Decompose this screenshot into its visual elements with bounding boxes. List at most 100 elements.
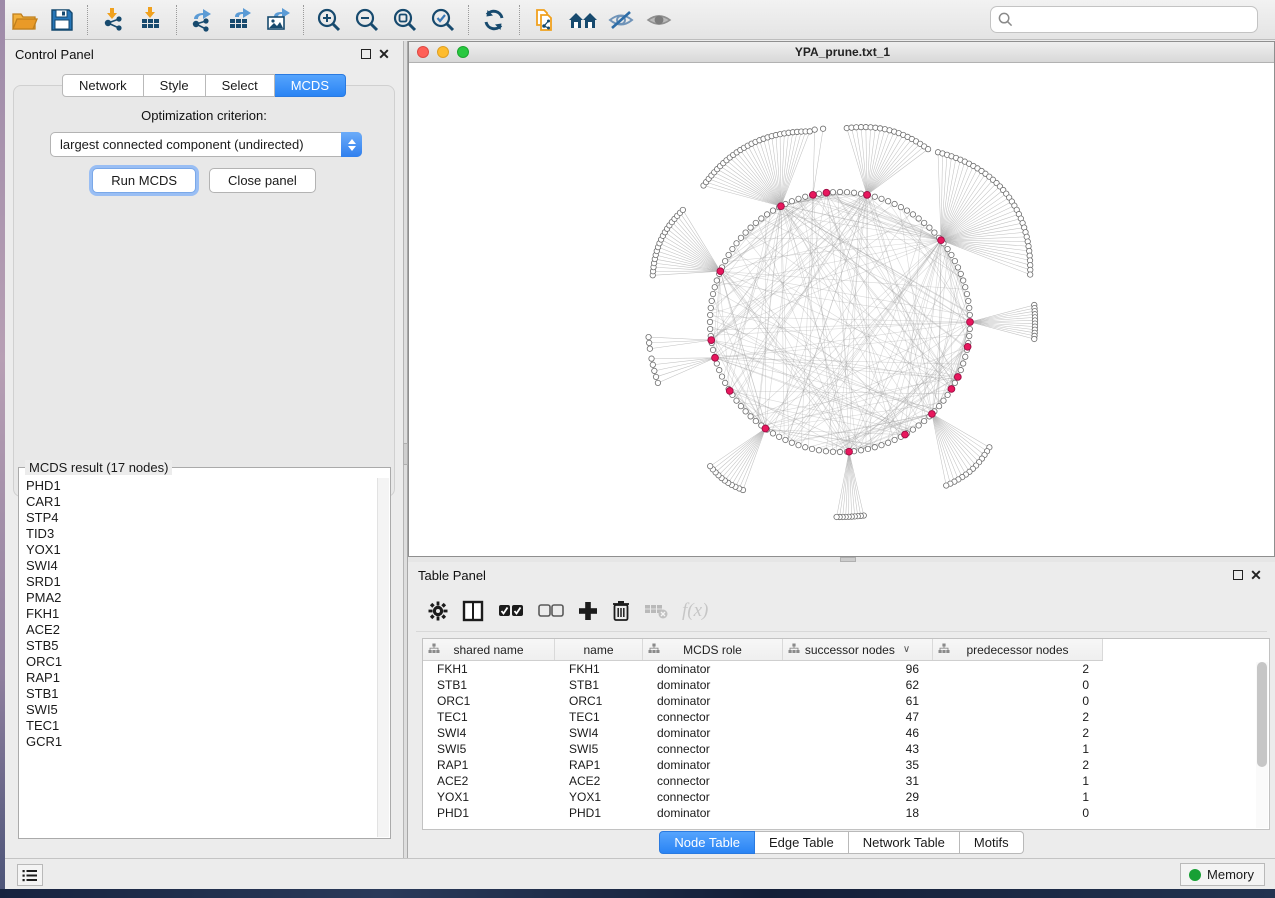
- network-node[interactable]: [865, 446, 870, 451]
- mcds-hub-node[interactable]: [846, 448, 853, 455]
- tab-mcds[interactable]: MCDS: [275, 74, 346, 97]
- network-node[interactable]: [885, 199, 890, 204]
- clone-network-icon[interactable]: [526, 4, 564, 36]
- network-node[interactable]: [837, 189, 842, 194]
- network-node[interactable]: [646, 340, 651, 345]
- export-image-icon[interactable]: [259, 4, 297, 36]
- import-table-icon[interactable]: [132, 4, 170, 36]
- network-node[interactable]: [910, 427, 915, 432]
- network-node[interactable]: [936, 403, 941, 408]
- network-node[interactable]: [820, 126, 825, 131]
- network-node[interactable]: [1027, 272, 1032, 277]
- network-node[interactable]: [830, 189, 835, 194]
- mcds-hub-node[interactable]: [708, 337, 715, 344]
- mcds-hub-node[interactable]: [762, 425, 769, 432]
- network-node[interactable]: [650, 362, 655, 367]
- network-node[interactable]: [966, 298, 971, 303]
- mcds-hub-node[interactable]: [726, 387, 733, 394]
- network-node[interactable]: [770, 208, 775, 213]
- mcds-hub-node[interactable]: [810, 191, 817, 198]
- network-node[interactable]: [858, 191, 863, 196]
- show-log-console-button[interactable]: [17, 864, 43, 886]
- network-node[interactable]: [872, 445, 877, 450]
- mcds-result-item[interactable]: TID3: [26, 526, 378, 542]
- mcds-result-item[interactable]: PHD1: [26, 478, 378, 494]
- search-input[interactable]: [1018, 12, 1250, 27]
- network-node[interactable]: [823, 449, 828, 454]
- network-node[interactable]: [655, 380, 660, 385]
- network-node[interactable]: [941, 398, 946, 403]
- network-node[interactable]: [958, 367, 963, 372]
- float-table-panel-icon[interactable]: [1229, 566, 1247, 584]
- column-header-successor-nodes[interactable]: successor nodes∨: [783, 639, 933, 660]
- deselect-all-icon[interactable]: [538, 604, 564, 618]
- network-node[interactable]: [753, 418, 758, 423]
- mcds-result-item[interactable]: PMA2: [26, 590, 378, 606]
- close-window-icon[interactable]: [417, 46, 429, 58]
- network-node[interactable]: [710, 291, 715, 296]
- network-node[interactable]: [789, 199, 794, 204]
- network-node[interactable]: [653, 374, 658, 379]
- network-node[interactable]: [743, 230, 748, 235]
- column-header-shared-name[interactable]: shared name: [423, 639, 555, 660]
- network-node[interactable]: [647, 346, 652, 351]
- network-node[interactable]: [932, 230, 937, 235]
- zoom-selected-icon[interactable]: [424, 4, 462, 36]
- close-panel-icon[interactable]: ✕: [375, 45, 393, 63]
- network-node[interactable]: [949, 252, 954, 257]
- mcds-result-item[interactable]: SWI4: [26, 558, 378, 574]
- network-node[interactable]: [753, 220, 758, 225]
- close-table-panel-icon[interactable]: ✕: [1247, 566, 1265, 584]
- network-node[interactable]: [944, 483, 949, 488]
- network-node[interactable]: [764, 212, 769, 217]
- network-node[interactable]: [717, 367, 722, 372]
- network-node[interactable]: [955, 265, 960, 270]
- network-node[interactable]: [958, 271, 963, 276]
- network-node[interactable]: [738, 235, 743, 240]
- tab-select[interactable]: Select: [206, 74, 275, 97]
- network-node[interactable]: [851, 190, 856, 195]
- network-node[interactable]: [892, 437, 897, 442]
- mcds-result-item[interactable]: STB1: [26, 686, 378, 702]
- network-node[interactable]: [963, 285, 968, 290]
- hide-selected-icon[interactable]: [602, 4, 640, 36]
- network-node[interactable]: [967, 312, 972, 317]
- table-row[interactable]: PHD1PHD1dominator180: [423, 805, 1269, 821]
- network-node[interactable]: [812, 127, 817, 132]
- network-node[interactable]: [963, 354, 968, 359]
- network-node[interactable]: [738, 403, 743, 408]
- float-panel-icon[interactable]: [357, 45, 375, 63]
- delete-column-icon[interactable]: [612, 600, 630, 621]
- network-node[interactable]: [708, 305, 713, 310]
- mcds-result-item[interactable]: STB5: [26, 638, 378, 654]
- tab-network-table[interactable]: Network Table: [849, 831, 960, 854]
- mcds-hub-node[interactable]: [778, 203, 785, 210]
- tab-motifs[interactable]: Motifs: [960, 831, 1024, 854]
- mcds-hub-node[interactable]: [954, 374, 961, 381]
- table-row[interactable]: SWI4SWI4dominator462: [423, 725, 1269, 741]
- network-node[interactable]: [710, 347, 715, 352]
- network-node[interactable]: [712, 285, 717, 290]
- network-node[interactable]: [834, 514, 839, 519]
- tab-node-table[interactable]: Node Table: [659, 831, 755, 854]
- network-node[interactable]: [927, 225, 932, 230]
- network-node[interactable]: [921, 418, 926, 423]
- network-node[interactable]: [925, 146, 930, 151]
- mcds-hub-node[interactable]: [964, 343, 971, 350]
- mcds-hub-node[interactable]: [902, 431, 909, 438]
- network-node[interactable]: [796, 196, 801, 201]
- export-network-icon[interactable]: [183, 4, 221, 36]
- network-node[interactable]: [652, 368, 657, 373]
- table-row[interactable]: ORC1ORC1dominator610: [423, 693, 1269, 709]
- select-all-icon[interactable]: [498, 604, 524, 618]
- mcds-hub-node[interactable]: [967, 319, 974, 326]
- network-window-titlebar[interactable]: YPA_prune.txt_1: [409, 42, 1274, 63]
- network-node[interactable]: [830, 449, 835, 454]
- table-row[interactable]: RAP1RAP1dominator352: [423, 757, 1269, 773]
- mcds-hub-node[interactable]: [948, 386, 955, 393]
- network-node[interactable]: [707, 312, 712, 317]
- network-node[interactable]: [952, 380, 957, 385]
- network-node[interactable]: [803, 445, 808, 450]
- mcds-list-scrollbar[interactable]: [377, 478, 389, 837]
- mcds-result-item[interactable]: CAR1: [26, 494, 378, 510]
